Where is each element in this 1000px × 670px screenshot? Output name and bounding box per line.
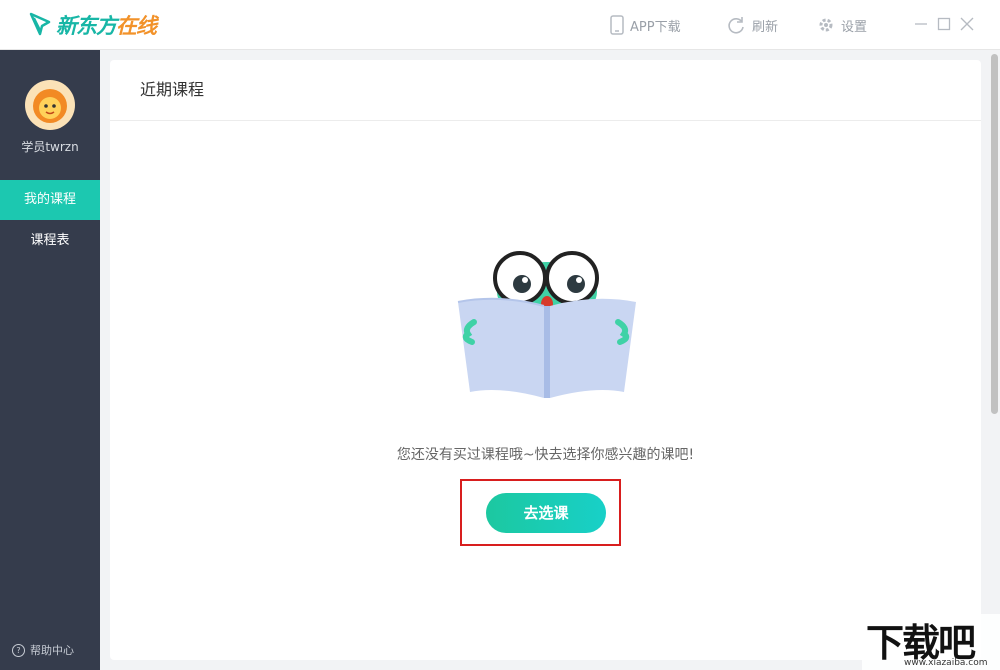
logo-text: 新东方在线 bbox=[56, 14, 157, 38]
refresh-button[interactable]: 刷新 bbox=[726, 0, 778, 50]
logo-mark-icon bbox=[29, 12, 51, 36]
close-icon[interactable] bbox=[960, 17, 974, 31]
watermark-url: www.xiazaiba.com bbox=[904, 658, 988, 668]
lion-avatar-icon bbox=[33, 89, 67, 123]
app-download-label: APP下载 bbox=[630, 19, 681, 35]
username: 学员twrzn bbox=[21, 140, 79, 154]
settings-button[interactable]: 设置 bbox=[817, 0, 867, 50]
sidebar-item-schedule[interactable]: 课程表 bbox=[0, 221, 100, 261]
minimize-icon[interactable] bbox=[914, 17, 928, 31]
help-center-label: 帮助中心 bbox=[30, 644, 74, 657]
title-bar: 新东方在线 APP下载 刷新 设置 bbox=[0, 0, 1000, 50]
question-icon: ? bbox=[12, 643, 25, 657]
gear-icon bbox=[819, 18, 833, 32]
watermark: 下载吧 www.xiazaiba.com bbox=[862, 614, 1000, 670]
reading-frog-illustration bbox=[457, 251, 636, 398]
main-panel: 近期课程 您还没有买过课程哦~快去选择你感兴趣的课吧! 去选课 bbox=[110, 60, 981, 660]
app-download-button[interactable]: APP下载 bbox=[610, 0, 681, 50]
highlight-box bbox=[460, 479, 621, 546]
phone-icon bbox=[610, 15, 624, 35]
scrollbar[interactable] bbox=[990, 50, 1000, 670]
scroll-thumb[interactable] bbox=[991, 54, 998, 414]
section-title: 近期课程 bbox=[110, 60, 981, 121]
avatar[interactable] bbox=[25, 80, 75, 130]
sidebar: 学员twrzn 我的课程 课程表 ? 帮助中心 bbox=[0, 50, 100, 670]
settings-label: 设置 bbox=[841, 19, 868, 35]
sidebar-item-my-courses[interactable]: 我的课程 bbox=[0, 180, 100, 220]
help-center-link[interactable]: ? 帮助中心 bbox=[12, 642, 74, 658]
maximize-icon[interactable] bbox=[937, 17, 951, 31]
refresh-label: 刷新 bbox=[752, 19, 779, 35]
app-logo: 新东方在线 bbox=[28, 8, 157, 42]
refresh-icon bbox=[728, 17, 744, 34]
empty-state-message: 您还没有买过课程哦~快去选择你感兴趣的课吧! bbox=[396, 447, 695, 463]
